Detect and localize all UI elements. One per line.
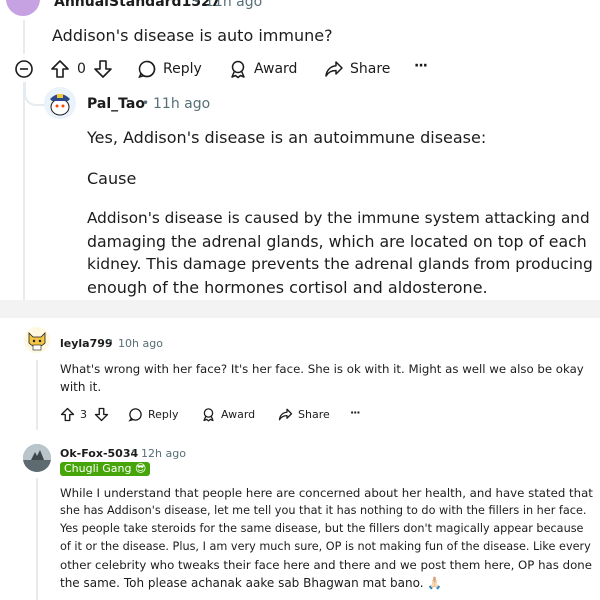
vote-count: 3	[80, 408, 87, 421]
reply-button[interactable]: Reply	[137, 59, 202, 79]
comment-text: Yes, Addison's disease is an autoimmune …	[87, 128, 487, 147]
comment-text: What's wrong with her face? It's her fac…	[60, 362, 584, 376]
thread-line	[23, 20, 25, 54]
thread-bottom: leyla799 • 10h ago What's wrong with her…	[0, 318, 600, 600]
comment-separator: •	[131, 447, 137, 457]
thread-line	[23, 82, 25, 300]
comment-time: 10h ago	[118, 337, 163, 350]
thread-line	[36, 478, 38, 600]
avatar[interactable]	[44, 87, 76, 119]
share-button[interactable]: Share	[324, 59, 390, 79]
avatar[interactable]	[23, 444, 51, 472]
reply-button[interactable]: Reply	[128, 407, 178, 422]
comment-text: the same. Toh please achanak aake sab Bh…	[60, 576, 443, 590]
comment-text: Addison's disease is auto immune?	[52, 26, 333, 45]
upvote-icon[interactable]	[50, 59, 70, 79]
share-button[interactable]: Share	[278, 407, 330, 422]
comment-time: 11h ago	[205, 0, 263, 10]
comment-text: Addison's disease is caused by the immun…	[87, 209, 590, 227]
screenshot-gap	[0, 300, 600, 318]
award-icon	[228, 59, 248, 79]
user-flair-badge: Chugli Gang 😎	[60, 462, 151, 476]
comment-username[interactable]: Ok-Fox-5034	[60, 447, 138, 460]
award-label: Award	[221, 408, 256, 421]
snoo-avatar-icon	[44, 87, 76, 119]
share-label: Share	[350, 61, 391, 77]
comment-text: Yes people take steroids for the same di…	[60, 522, 584, 535]
award-icon	[201, 407, 216, 422]
comment-username[interactable]: leyla799	[60, 337, 113, 350]
comment-text: other celebrity who tweaks their face he…	[60, 558, 592, 572]
avatar[interactable]	[24, 327, 50, 353]
comment-separator: •	[193, 0, 201, 8]
share-label: Share	[298, 408, 330, 421]
comment-separator: •	[108, 337, 114, 347]
comment-text: with it.	[60, 380, 102, 394]
comment-time: 12h ago	[141, 447, 186, 460]
comment-text: While I understand that people here are …	[60, 486, 593, 500]
comment-icon	[137, 59, 157, 79]
share-icon	[324, 59, 344, 79]
more-options-button[interactable]: ···	[350, 406, 361, 419]
downvote-icon[interactable]	[93, 59, 113, 79]
photo-avatar-icon	[23, 444, 51, 472]
award-button[interactable]: Award	[201, 407, 255, 422]
collapse-thread-icon[interactable]	[14, 59, 34, 79]
more-options-button[interactable]: ···	[414, 58, 428, 74]
upvote-icon[interactable]	[60, 407, 75, 422]
thread-line	[36, 360, 38, 430]
comment-text: enough of the hormones cortisol and aldo…	[87, 278, 488, 297]
comment-text: damaging the adrenal glands, which are l…	[87, 232, 587, 251]
comment-text: of it or the disease. Plus, I am very mu…	[60, 540, 591, 553]
share-icon	[278, 407, 293, 422]
comment-separator: •	[142, 96, 150, 110]
reply-label: Reply	[148, 408, 179, 421]
downvote-icon[interactable]	[94, 407, 109, 422]
award-label: Award	[254, 61, 298, 77]
award-button[interactable]: Award	[228, 59, 297, 79]
vote-count: 0	[77, 61, 86, 77]
cat-avatar-icon	[24, 327, 50, 353]
comment-text: she has Addison's disease, let me tell y…	[60, 504, 587, 517]
thread-branch	[24, 82, 46, 106]
comment-text: kidney. This damage prevents the adrenal…	[87, 255, 593, 273]
comment-text: Cause	[87, 169, 137, 188]
thread-top: AnnualStandard1527 • 11h ago Addison's d…	[0, 0, 600, 300]
comment-username[interactable]: Pal_Tao	[87, 96, 145, 112]
comment-icon	[128, 407, 143, 422]
comment-time: 11h ago	[153, 96, 211, 112]
avatar[interactable]	[6, 0, 40, 16]
reply-label: Reply	[163, 61, 202, 77]
